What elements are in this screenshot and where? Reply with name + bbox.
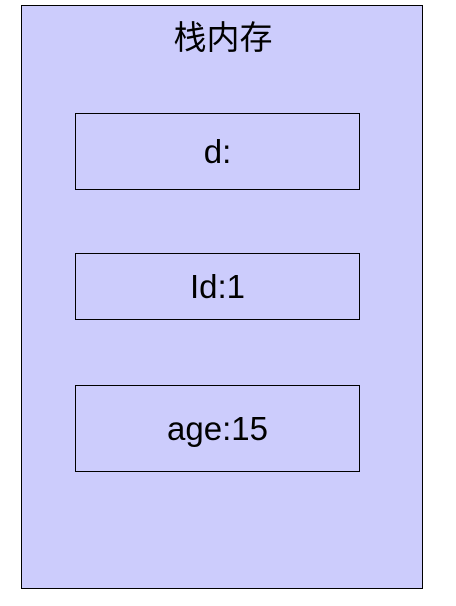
stack-memory-title: 栈内存 xyxy=(173,18,273,57)
variable-box-age: age:15 xyxy=(75,385,360,472)
variable-box-d: d: xyxy=(75,113,360,190)
stack-memory-frame: 栈内存 d: Id:1 age:15 xyxy=(21,5,423,589)
variable-box-id: Id:1 xyxy=(75,253,360,320)
variable-label-id: Id:1 xyxy=(189,267,246,305)
variable-label-d: d: xyxy=(203,132,232,170)
variable-label-age: age:15 xyxy=(167,409,268,447)
